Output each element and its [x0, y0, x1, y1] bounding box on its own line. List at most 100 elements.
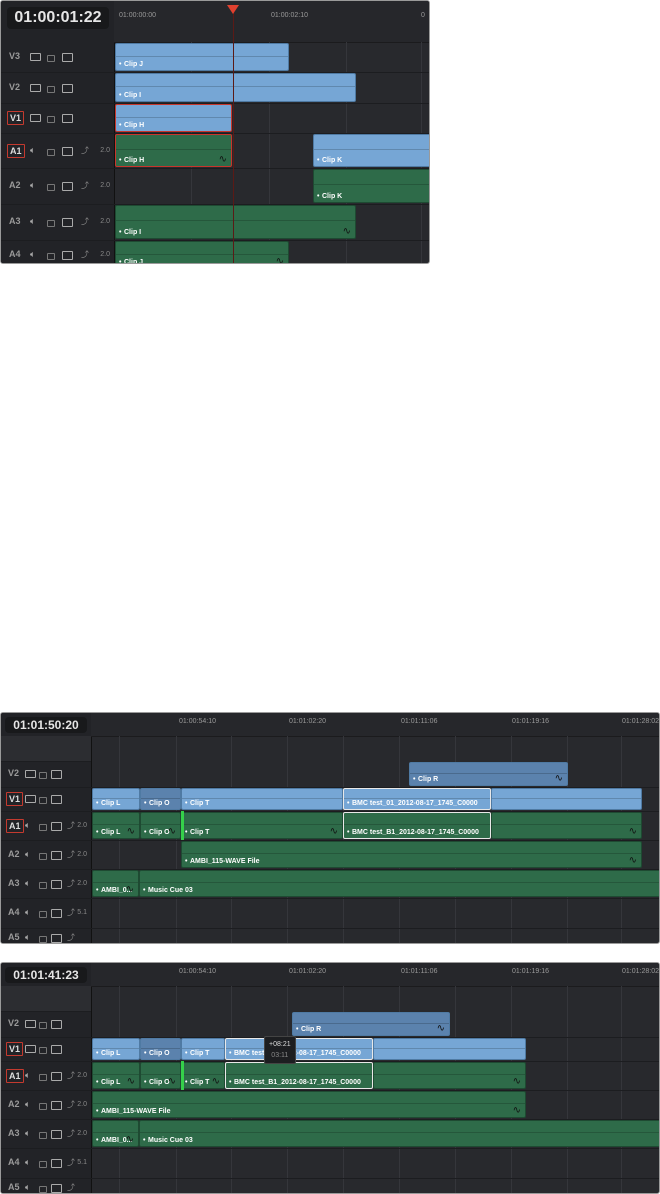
auto-select-icon[interactable]: [51, 1184, 62, 1193]
audio-clip[interactable]: • AMBI_115-WAVE File ∿: [92, 1091, 526, 1118]
video-clip[interactable]: • Clip I: [115, 73, 356, 102]
edit-point-indicator[interactable]: [181, 1061, 184, 1090]
video-clip[interactable]: • BMC test_B1_2012-08-17_1745_C0000: [225, 1038, 373, 1060]
curve-icon[interactable]: ⤴: [81, 146, 89, 155]
monitor-icon[interactable]: [30, 53, 41, 61]
video-clip[interactable]: • Clip R ∿: [292, 1012, 450, 1036]
auto-select-icon[interactable]: [51, 909, 62, 918]
timecode-display[interactable]: 01:01:41:23: [5, 967, 87, 983]
timecode-display[interactable]: 01:00:01:22: [7, 7, 109, 29]
speaker-icon[interactable]: 🔈︎: [25, 821, 30, 830]
video-clip[interactable]: • Clip O: [140, 788, 181, 810]
curve-icon[interactable]: ⤴: [67, 821, 75, 830]
video-clip[interactable]: • Clip T: [181, 788, 343, 810]
curve-icon[interactable]: ⤴: [67, 1100, 75, 1109]
curve-icon[interactable]: ⤴: [67, 934, 75, 942]
auto-select-icon[interactable]: [51, 850, 62, 860]
speaker-icon[interactable]: 🔈︎: [25, 850, 30, 859]
video-clip[interactable]: • Clip L: [92, 1038, 140, 1060]
speaker-icon[interactable]: 🔈︎: [25, 1100, 30, 1109]
track-label[interactable]: V1: [7, 111, 25, 125]
auto-select-icon[interactable]: [51, 821, 62, 831]
monitor-icon[interactable]: [25, 795, 36, 803]
auto-select-icon[interactable]: [62, 251, 73, 260]
audio-clip[interactable]: • BMC test_B1_2012-08-17_1745_C0000: [343, 812, 491, 839]
timecode-display[interactable]: 01:01:50:20: [5, 717, 87, 733]
lock-icon[interactable]: [47, 220, 55, 227]
audio-clip[interactable]: • Clip I ∿: [115, 205, 356, 239]
lock-icon[interactable]: [39, 1047, 47, 1054]
curve-icon[interactable]: ⤴: [67, 909, 75, 917]
audio-clip[interactable]: • Clip T ∿: [181, 1062, 225, 1089]
track-label[interactable]: A1: [6, 1068, 24, 1083]
track-label[interactable]: A2: [6, 848, 22, 860]
lock-icon[interactable]: [39, 1131, 47, 1139]
monitor-icon[interactable]: [30, 114, 41, 122]
playhead-line[interactable]: [233, 7, 234, 263]
track-label[interactable]: A5: [6, 931, 22, 943]
speaker-icon[interactable]: 🔈︎: [30, 146, 35, 155]
auto-select-icon[interactable]: [51, 1100, 62, 1110]
auto-select-icon[interactable]: [62, 146, 73, 156]
auto-select-icon[interactable]: [51, 1159, 62, 1168]
track-label[interactable]: A2: [7, 179, 23, 191]
curve-icon[interactable]: ⤴: [81, 218, 89, 226]
audio-clip[interactable]: • Clip H ∿: [115, 134, 232, 167]
auto-select-icon[interactable]: [62, 114, 73, 123]
timeline-ruler[interactable]: [91, 713, 659, 737]
curve-icon[interactable]: ⤴: [67, 850, 75, 859]
audio-clip[interactable]: ∿: [491, 812, 642, 839]
track-label[interactable]: V1: [6, 792, 24, 806]
timeline-ruler[interactable]: [114, 1, 429, 43]
lock-icon[interactable]: [47, 184, 55, 191]
curve-icon[interactable]: ⤴: [67, 1184, 75, 1192]
curve-icon[interactable]: ⤴: [67, 879, 75, 888]
track-label[interactable]: V1: [6, 1042, 24, 1056]
curve-icon[interactable]: ⤴: [67, 1071, 75, 1080]
track-label[interactable]: A5: [6, 1181, 22, 1193]
speaker-icon[interactable]: 🔈︎: [25, 879, 30, 888]
lock-icon[interactable]: [47, 253, 55, 260]
audio-clip[interactable]: • Clip O ∿: [140, 812, 181, 839]
lock-icon[interactable]: [39, 911, 47, 918]
audio-clip[interactable]: • AMBI_0... ∿: [92, 1120, 139, 1147]
auto-select-icon[interactable]: [51, 1045, 62, 1054]
monitor-icon[interactable]: [30, 83, 41, 92]
video-clip[interactable]: • Clip R ∿: [409, 762, 568, 786]
speaker-icon[interactable]: 🔈︎: [25, 934, 30, 943]
auto-select-icon[interactable]: [51, 1020, 62, 1029]
audio-clip[interactable]: • Clip L ∿: [92, 812, 140, 839]
auto-select-icon[interactable]: [51, 795, 62, 804]
speaker-icon[interactable]: 🔈︎: [25, 1184, 30, 1193]
timeline-ruler[interactable]: [91, 963, 659, 987]
audio-clip[interactable]: • Clip O ∿: [140, 1062, 181, 1089]
speaker-icon[interactable]: 🔈︎: [25, 1129, 30, 1138]
lock-icon[interactable]: [39, 1102, 47, 1110]
curve-icon[interactable]: ⤴: [81, 182, 89, 190]
auto-select-icon[interactable]: [51, 934, 62, 943]
video-clip[interactable]: • Clip L: [92, 788, 140, 810]
playhead-marker[interactable]: [227, 5, 239, 14]
lock-icon[interactable]: [39, 936, 47, 943]
lock-icon[interactable]: [39, 852, 47, 860]
auto-select-icon[interactable]: [51, 1129, 62, 1139]
auto-select-icon[interactable]: [51, 1071, 62, 1081]
auto-select-icon[interactable]: [62, 83, 73, 93]
auto-select-icon[interactable]: [62, 53, 73, 62]
monitor-icon[interactable]: [25, 770, 36, 778]
audio-clip[interactable]: • AMBI_0... ∿: [92, 870, 139, 897]
track-label[interactable]: A3: [6, 1127, 22, 1139]
lock-icon[interactable]: [47, 116, 55, 123]
speaker-icon[interactable]: 🔈︎: [30, 182, 35, 191]
video-clip[interactable]: • BMC test_01_2012-08-17_1745_C0000: [343, 788, 491, 810]
track-label[interactable]: A1: [7, 143, 25, 158]
track-label[interactable]: A2: [6, 1098, 22, 1110]
track-label[interactable]: V2: [7, 81, 22, 93]
lock-icon[interactable]: [47, 55, 55, 62]
monitor-icon[interactable]: [25, 1045, 36, 1053]
lock-icon[interactable]: [39, 797, 47, 804]
audio-clip[interactable]: • AMBI_115-WAVE File ∿: [181, 841, 642, 868]
lock-icon[interactable]: [39, 1073, 47, 1081]
auto-select-icon[interactable]: [51, 879, 62, 889]
audio-clip[interactable]: • Music Cue 03: [139, 1120, 659, 1147]
